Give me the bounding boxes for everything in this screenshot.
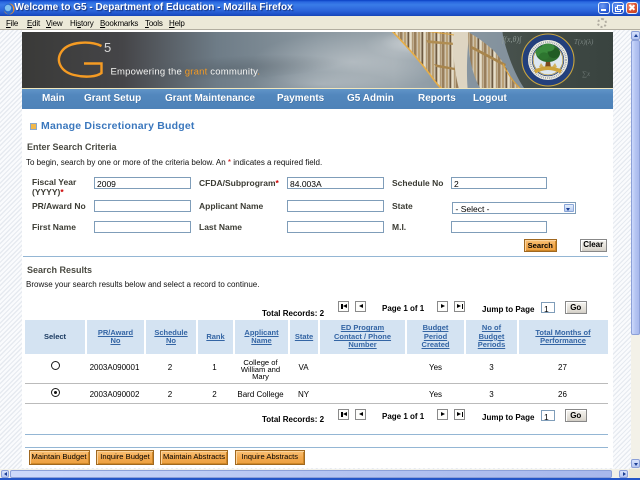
svg-text:f(x,θ)∫: f(x,θ)∫: [502, 35, 522, 44]
svg-text:∑x: ∑x: [582, 70, 591, 78]
svg-text:T(x)(λ): T(x)(λ): [574, 38, 594, 46]
svg-text:5: 5: [104, 40, 111, 55]
svg-text:Empowering the grant community: Empowering the grant community.: [111, 66, 261, 77]
